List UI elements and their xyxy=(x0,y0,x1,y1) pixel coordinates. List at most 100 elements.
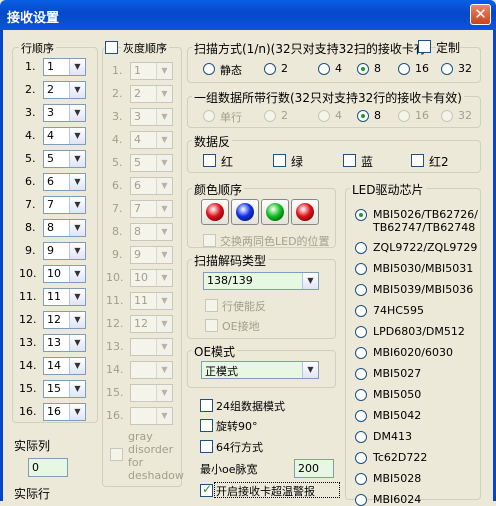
deshadow-checkbox[interactable] xyxy=(110,448,123,461)
row-number-label: 15. xyxy=(19,382,37,395)
row-order-select[interactable]: 16 ▼ xyxy=(43,403,86,421)
led-chip-radio[interactable] xyxy=(355,410,367,422)
gray-order-select[interactable]: ▼ xyxy=(130,407,173,425)
scan-mode-radio[interactable] xyxy=(318,63,330,75)
led-chip-radio[interactable] xyxy=(355,389,367,401)
row-number-label: 2. xyxy=(25,83,36,96)
gray-order-select[interactable]: 1 ▼ xyxy=(130,62,173,80)
row-order-select[interactable]: 1 ▼ xyxy=(43,58,86,76)
led-chip-label: MBI5039/MBI5036 xyxy=(373,283,474,296)
led-chip-radio[interactable] xyxy=(355,431,367,443)
overheat-alarm-checkbox[interactable] xyxy=(200,482,213,497)
rows-per-group-radio[interactable] xyxy=(264,110,276,122)
chevron-down-icon: ▼ xyxy=(69,335,85,351)
gray-number-label: 14. xyxy=(106,363,124,376)
deshadow-label-3: for xyxy=(128,456,144,469)
color-order-button[interactable] xyxy=(201,199,229,225)
custom-label: 定制 xyxy=(436,39,461,56)
scan-mode-radio[interactable] xyxy=(203,63,215,75)
led-chip-radio[interactable] xyxy=(355,305,367,317)
led-chip-radio[interactable] xyxy=(355,368,367,380)
led-chip-radio[interactable] xyxy=(355,326,367,338)
row-order-select[interactable]: 3 ▼ xyxy=(43,104,86,122)
gray-order-value: 6 xyxy=(134,179,141,192)
row-number-label: 3. xyxy=(25,106,36,119)
led-chip-radio[interactable] xyxy=(355,347,367,359)
row-order-select[interactable]: 12 ▼ xyxy=(43,311,86,329)
swap-led-checkbox[interactable] xyxy=(203,234,216,247)
row-order-select[interactable]: 4 ▼ xyxy=(43,127,86,145)
led-chip-radio[interactable] xyxy=(355,263,367,275)
row-order-select[interactable]: 13 ▼ xyxy=(43,334,86,352)
min-oe-input[interactable]: 200 xyxy=(294,459,334,478)
rows-per-group-radio[interactable] xyxy=(441,110,453,122)
led-chip-radio[interactable] xyxy=(355,452,367,464)
custom-checkbox[interactable] xyxy=(418,40,431,53)
led-chip-radio[interactable] xyxy=(355,242,367,254)
gray-order-value: 7 xyxy=(134,202,141,215)
chevron-down-icon: ▼ xyxy=(156,339,172,355)
color-order-button[interactable] xyxy=(261,199,289,225)
color-order-button[interactable] xyxy=(231,199,259,225)
led-chip-radio[interactable] xyxy=(355,473,367,485)
rows-per-group-radio[interactable] xyxy=(398,110,410,122)
data-invert-checkbox[interactable] xyxy=(411,154,424,167)
rotate-90-checkbox[interactable] xyxy=(200,419,213,432)
actual-col-input[interactable]: 0 xyxy=(28,458,68,477)
data-invert-checkbox[interactable] xyxy=(273,154,286,167)
gray-order-select[interactable]: 6 ▼ xyxy=(130,177,173,195)
data-invert-checkbox[interactable] xyxy=(343,154,356,167)
gray-order-select[interactable]: 8 ▼ xyxy=(130,223,173,241)
oe-mode-select[interactable]: 正模式 ▼ xyxy=(201,361,319,379)
chevron-down-icon: ▼ xyxy=(156,408,172,424)
scan-decode-select[interactable]: 138/139 ▼ xyxy=(203,272,319,290)
gray-order-select[interactable]: 3 ▼ xyxy=(130,108,173,126)
scan-mode-radio[interactable] xyxy=(398,63,410,75)
oe-ground-checkbox[interactable] xyxy=(205,319,218,332)
gray-order-select[interactable]: ▼ xyxy=(130,361,173,379)
gray-order-select[interactable]: ▼ xyxy=(130,338,173,356)
row-64-checkbox[interactable] xyxy=(200,440,213,453)
color-order-button[interactable] xyxy=(291,199,319,225)
chevron-down-icon: ▼ xyxy=(69,289,85,305)
led-chip-radio[interactable] xyxy=(355,209,367,221)
rows-per-group-radio[interactable] xyxy=(203,110,215,122)
gray-number-label: 16. xyxy=(106,409,124,422)
gray-order-select[interactable]: 12 ▼ xyxy=(130,315,173,333)
rows-per-group-radio[interactable] xyxy=(318,110,330,122)
rows-per-group-radio[interactable] xyxy=(357,110,369,122)
row-order-select[interactable]: 14 ▼ xyxy=(43,357,86,375)
row-order-select[interactable]: 15 ▼ xyxy=(43,380,86,398)
gray-order-select[interactable]: 7 ▼ xyxy=(130,200,173,218)
row-order-value: 13 xyxy=(47,336,61,349)
gray-order-select[interactable]: 9 ▼ xyxy=(130,246,173,264)
gray-order-select[interactable]: 10 ▼ xyxy=(130,269,173,287)
close-button[interactable]: ✕ xyxy=(470,4,491,25)
row-order-select[interactable]: 8 ▼ xyxy=(43,219,86,237)
row-enable-checkbox[interactable] xyxy=(205,299,218,312)
scan-mode-radio[interactable] xyxy=(264,63,276,75)
scan-mode-radio[interactable] xyxy=(357,63,369,75)
chevron-down-icon: ▼ xyxy=(69,174,85,190)
gray-order-select[interactable]: 4 ▼ xyxy=(130,131,173,149)
row-order-select[interactable]: 6 ▼ xyxy=(43,173,86,191)
gray-order-select[interactable]: ▼ xyxy=(130,384,173,402)
chevron-down-icon: ▼ xyxy=(156,293,172,309)
gray-order-checkbox[interactable] xyxy=(105,41,118,54)
gray-order-value: 2 xyxy=(134,87,141,100)
led-chip-radio[interactable] xyxy=(355,494,367,506)
data-invert-checkbox[interactable] xyxy=(203,154,216,167)
row-order-select[interactable]: 11 ▼ xyxy=(43,288,86,306)
scan-mode-radio[interactable] xyxy=(441,63,453,75)
row-order-select[interactable]: 10 ▼ xyxy=(43,265,86,283)
mode-24-checkbox[interactable] xyxy=(200,399,213,412)
gray-order-select[interactable]: 2 ▼ xyxy=(130,85,173,103)
row-order-select[interactable]: 9 ▼ xyxy=(43,242,86,260)
gray-order-select[interactable]: 11 ▼ xyxy=(130,292,173,310)
led-chip-radio[interactable] xyxy=(355,284,367,296)
row-order-select[interactable]: 5 ▼ xyxy=(43,150,86,168)
data-invert-label: 绿 xyxy=(291,155,304,169)
row-order-select[interactable]: 2 ▼ xyxy=(43,81,86,99)
gray-order-select[interactable]: 5 ▼ xyxy=(130,154,173,172)
row-order-select[interactable]: 7 ▼ xyxy=(43,196,86,214)
